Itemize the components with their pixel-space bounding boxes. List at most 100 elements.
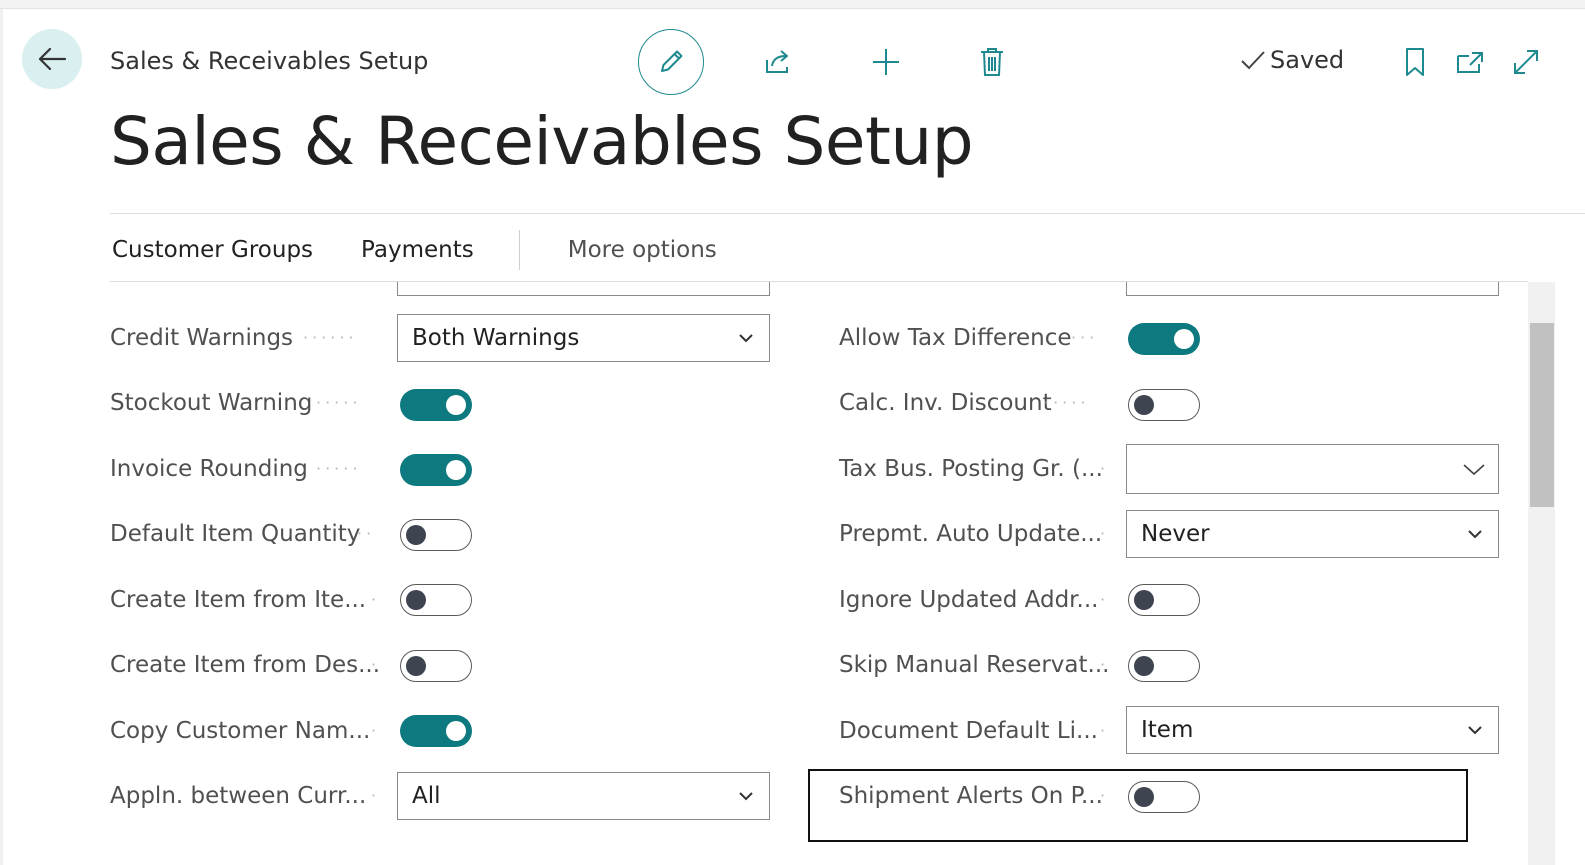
- trash-icon: [981, 48, 1003, 76]
- content-area[interactable]: Credit Warnings ······ Both Warnings Sto…: [0, 282, 1528, 865]
- toggle-knob: [1134, 590, 1154, 610]
- open-new-window-button[interactable]: [1450, 40, 1490, 84]
- document-default-line-type-select[interactable]: Item: [1126, 706, 1499, 754]
- toggle-knob: [1174, 329, 1194, 349]
- dot-leader: ···: [1071, 328, 1099, 347]
- chevron-down-icon: [739, 792, 753, 801]
- dot-leader: ·····: [1044, 393, 1090, 412]
- toggle-knob: [1134, 656, 1154, 676]
- appln-between-currencies-value: All: [412, 783, 441, 809]
- chevron-down-icon: [1468, 530, 1482, 539]
- open-in-new-window-icon: [1457, 52, 1483, 73]
- document-default-line-type-value: Item: [1141, 717, 1194, 743]
- toggle-knob: [1134, 787, 1154, 807]
- tax-bus-posting-group-select[interactable]: [1126, 444, 1499, 494]
- new-button[interactable]: [866, 40, 906, 84]
- share-button[interactable]: [758, 40, 798, 84]
- partial-field-right: [1126, 282, 1499, 296]
- copy-customer-name-toggle[interactable]: [400, 715, 472, 747]
- ignore-updated-addresses-label: Ignore Updated Addr...: [839, 587, 1099, 613]
- dot-leader: ·: [1100, 459, 1110, 478]
- expand-button[interactable]: [1506, 40, 1546, 84]
- bookmark-icon: [1406, 48, 1424, 76]
- stockout-warning-toggle[interactable]: [400, 389, 472, 421]
- toggle-knob: [406, 525, 426, 545]
- dot-leader: ·: [371, 721, 381, 740]
- calc-inv-discount-toggle[interactable]: [1128, 389, 1200, 421]
- prepmt-auto-update-select[interactable]: Never: [1126, 510, 1499, 558]
- toggle-knob: [1134, 395, 1154, 415]
- default-item-quantity-label: Default Item Quantity: [110, 521, 361, 547]
- action-separator: [518, 230, 520, 270]
- dot-leader: ·: [1100, 524, 1110, 543]
- create-item-from-description-label: Create Item from Des...: [110, 652, 381, 678]
- breadcrumb: Sales & Receivables Setup: [110, 47, 429, 75]
- shipment-alerts-label: Shipment Alerts On P...: [839, 783, 1103, 809]
- dot-leader: ·: [371, 655, 381, 674]
- plus-icon: [873, 49, 899, 75]
- action-payments[interactable]: Payments: [361, 237, 474, 263]
- tax-bus-posting-group-label: Tax Bus. Posting Gr. (...: [839, 456, 1103, 482]
- action-more-options[interactable]: More options: [568, 237, 717, 263]
- toggle-knob: [406, 656, 426, 676]
- create-item-from-description-toggle[interactable]: [400, 650, 472, 682]
- toggle-knob: [406, 590, 426, 610]
- back-button[interactable]: [22, 29, 82, 89]
- dot-leader: ·····: [316, 393, 362, 412]
- ignore-updated-addresses-toggle[interactable]: [1128, 584, 1200, 616]
- dot-leader: ·: [1100, 786, 1110, 805]
- dot-leader: ·: [1100, 590, 1110, 609]
- stockout-warning-label: Stockout Warning: [110, 390, 313, 416]
- prepmt-auto-update-label: Prepmt. Auto Update...: [839, 521, 1103, 547]
- toggle-knob: [446, 395, 466, 415]
- partial-field-left: [397, 282, 770, 296]
- window-top-edge: [0, 0, 1585, 9]
- action-customer-groups[interactable]: Customer Groups: [112, 237, 313, 263]
- appln-between-currencies-select[interactable]: All: [397, 772, 770, 820]
- copy-customer-name-label: Copy Customer Nam...: [110, 718, 371, 744]
- credit-warnings-label: Credit Warnings: [110, 325, 294, 351]
- allow-tax-difference-label: Allow Tax Difference: [839, 325, 1072, 351]
- dot-leader: ·: [1100, 721, 1110, 740]
- checkmark-icon: [1241, 51, 1265, 70]
- scrollbar-thumb[interactable]: [1530, 323, 1554, 507]
- expand-icon: [1514, 50, 1538, 74]
- arrow-left-icon: [38, 47, 67, 71]
- allow-tax-difference-toggle[interactable]: [1128, 323, 1200, 355]
- credit-warnings-select[interactable]: Both Warnings: [397, 314, 770, 362]
- title-divider: [110, 213, 1585, 214]
- bookmark-button[interactable]: [1395, 40, 1435, 84]
- delete-button[interactable]: [972, 40, 1012, 84]
- credit-warnings-value: Both Warnings: [412, 325, 580, 351]
- invoice-rounding-label: Invoice Rounding: [110, 456, 308, 482]
- appln-between-currencies-label: Appln. between Curr...: [110, 783, 367, 809]
- saved-status: Saved: [1240, 46, 1344, 74]
- saved-label: Saved: [1270, 46, 1345, 74]
- calc-inv-discount-label: Calc. Inv. Discount: [839, 390, 1052, 416]
- chevron-down-icon: [1468, 726, 1482, 735]
- page-title: Sales & Receivables Setup: [110, 103, 974, 180]
- skip-manual-reservation-toggle[interactable]: [1128, 650, 1200, 682]
- chevron-down-icon: [739, 334, 753, 343]
- action-bar: Customer Groups Payments More options: [110, 226, 765, 274]
- dot-leader: ·: [371, 786, 381, 805]
- toggle-knob: [446, 460, 466, 480]
- shipment-alerts-toggle[interactable]: [1128, 781, 1200, 813]
- invoice-rounding-toggle[interactable]: [400, 454, 472, 486]
- create-item-from-item-no-label: Create Item from Ite...: [110, 587, 367, 613]
- skip-manual-reservation-label: Skip Manual Reservat...: [839, 652, 1110, 678]
- dot-leader: ··: [357, 524, 376, 543]
- chevron-down-icon: [1463, 464, 1485, 476]
- create-item-from-item-no-toggle[interactable]: [400, 584, 472, 616]
- edit-button[interactable]: [638, 29, 704, 95]
- toggle-knob: [446, 721, 466, 741]
- dot-leader: ·····: [316, 459, 362, 478]
- document-default-line-type-label: Document Default Li...: [839, 718, 1098, 744]
- dot-leader: ·: [371, 590, 381, 609]
- default-item-quantity-toggle[interactable]: [400, 519, 472, 551]
- pencil-icon: [661, 50, 683, 72]
- dot-leader: ·: [1100, 655, 1110, 674]
- dot-leader: ······: [303, 328, 358, 347]
- share-icon: [766, 50, 788, 73]
- prepmt-auto-update-value: Never: [1141, 521, 1210, 547]
